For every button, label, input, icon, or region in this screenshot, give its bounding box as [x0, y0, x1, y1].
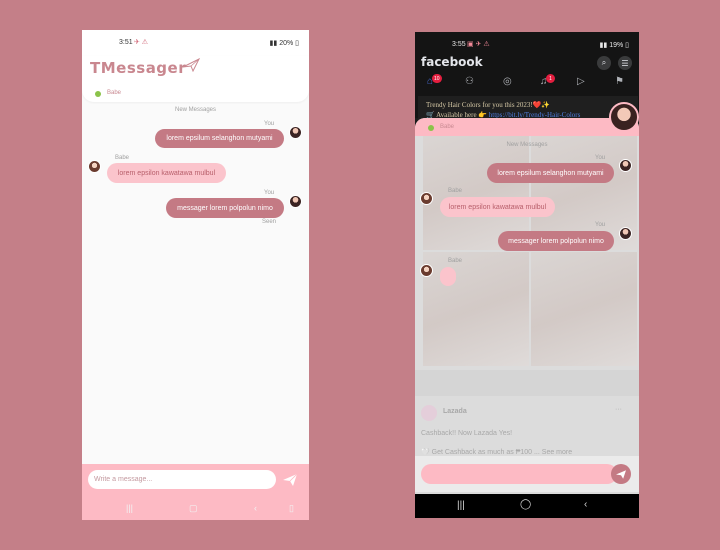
sent-message-bubble[interactable]: messager lorem polpolun nimo: [498, 231, 614, 251]
sponsored-post-caption[interactable]: Trendy Hair Colors for you this 2023!❤️✨…: [418, 96, 638, 120]
post-photo: [531, 252, 637, 366]
notification-icons: ▣ ✈ ⚠: [467, 41, 490, 48]
my-avatar[interactable]: [289, 126, 302, 139]
sender-label: Babe: [115, 155, 130, 161]
contact-avatar[interactable]: [420, 192, 433, 205]
sponsor-name: Lazada: [443, 408, 467, 415]
seen-status: Seen: [262, 219, 277, 225]
messenger-icon[interactable]: ◎: [503, 76, 512, 87]
my-avatar[interactable]: [289, 195, 302, 208]
contact-avatar[interactable]: [88, 160, 101, 173]
status-right: ▮▮ 19% ▯: [600, 41, 629, 49]
battery-icon: ▯: [623, 42, 629, 49]
facebook-logo[interactable]: facebook: [421, 55, 483, 69]
post-photo: [423, 252, 529, 366]
battery-level: 19%: [609, 42, 624, 49]
video-icon[interactable]: ▷: [577, 76, 585, 87]
online-status-dot: [428, 125, 434, 131]
received-message-bubble[interactable]: [440, 267, 456, 286]
keyboard-icon[interactable]: ▯: [289, 503, 294, 514]
received-message-bubble[interactable]: lorem epsilon kawatawa mulbul: [440, 197, 555, 217]
contact-name[interactable]: Babe: [440, 124, 454, 130]
message-input[interactable]: [421, 464, 617, 484]
message-composer: [415, 456, 639, 492]
search-icon[interactable]: ⌕: [597, 56, 611, 70]
recent-apps-icon[interactable]: |||: [457, 500, 465, 511]
message-list[interactable]: New Messages You lorem epsilum selanghon…: [82, 30, 309, 464]
send-icon[interactable]: [283, 474, 297, 486]
received-message-bubble[interactable]: lorem epsilon kawatawa mulbul: [107, 163, 226, 183]
message-input[interactable]: Write a message...: [88, 470, 276, 489]
status-time: 3:55: [452, 41, 466, 48]
android-nav-bar: ||| ◯ ‹: [415, 494, 639, 518]
new-messages-divider: New Messages: [174, 107, 216, 113]
sender-label: Babe: [448, 258, 463, 264]
home-nav-icon[interactable]: ▢: [189, 503, 198, 514]
sender-label: You: [595, 222, 606, 228]
chat-head-avatar[interactable]: [609, 102, 639, 132]
chat-overlay[interactable]: Lazada ··· Cashback!! Now Lazada Yes! 🤍 …: [415, 118, 639, 494]
sponsor-text-line1: Cashback!! Now Lazada Yes!: [421, 430, 513, 437]
signal-icon: ▮▮: [599, 42, 610, 49]
contact-avatar[interactable]: [420, 264, 433, 277]
send-icon: [616, 469, 626, 479]
sent-message-bubble[interactable]: lorem epsilum selanghon mutyami: [155, 129, 284, 148]
status-bar: 3:55 ▣ ✈ ⚠ ▮▮ 19% ▯: [415, 32, 639, 54]
sender-label: You: [264, 190, 275, 196]
android-nav-bar: ||| ▢ ‹ ▯: [82, 499, 309, 520]
sponsor-text-line2: 🤍 Get Cashback as much as ₱100 ... See m…: [421, 449, 573, 456]
back-nav-icon[interactable]: ‹: [254, 503, 257, 513]
back-nav-icon[interactable]: ‹: [584, 499, 587, 510]
sent-message-bubble[interactable]: messager lorem polpolun nimo: [166, 198, 284, 218]
more-options-icon[interactable]: ···: [615, 406, 622, 413]
send-button[interactable]: [611, 464, 631, 484]
tmessager-phone-screen: 3:51 ✈ ⚠ ▮▮ 20% ▯ TMessager Babe New Mes…: [82, 30, 309, 520]
sent-message-bubble[interactable]: lorem epsilum selanghon mutyami: [487, 163, 614, 183]
overlay-header: Babe: [415, 118, 639, 136]
flag-icon[interactable]: ⚑: [615, 76, 624, 87]
new-messages-divider: New Messages: [506, 142, 548, 148]
post-actions-row: [415, 370, 639, 396]
notification-badge: 1: [546, 74, 555, 83]
lazada-logo: [421, 405, 437, 421]
recent-apps-icon[interactable]: |||: [126, 503, 133, 513]
my-avatar[interactable]: [619, 159, 632, 172]
message-composer: Write a message...: [82, 464, 309, 499]
sender-label: You: [595, 155, 606, 161]
post-caption-line1: Trendy Hair Colors for you this 2023!❤️✨: [426, 101, 551, 109]
my-avatar[interactable]: [619, 227, 632, 240]
menu-icon[interactable]: ☰: [618, 56, 632, 70]
friends-icon[interactable]: ⚇: [465, 76, 474, 87]
home-nav-icon[interactable]: ◯: [520, 499, 531, 510]
facebook-phone-screen: 3:55 ▣ ✈ ⚠ ▮▮ 19% ▯ facebook ⌕ ☰ ⌂ 10 ⚇ …: [415, 32, 639, 518]
sender-label: Babe: [448, 188, 463, 194]
sender-label: You: [264, 121, 275, 127]
home-badge: 10: [432, 74, 442, 83]
